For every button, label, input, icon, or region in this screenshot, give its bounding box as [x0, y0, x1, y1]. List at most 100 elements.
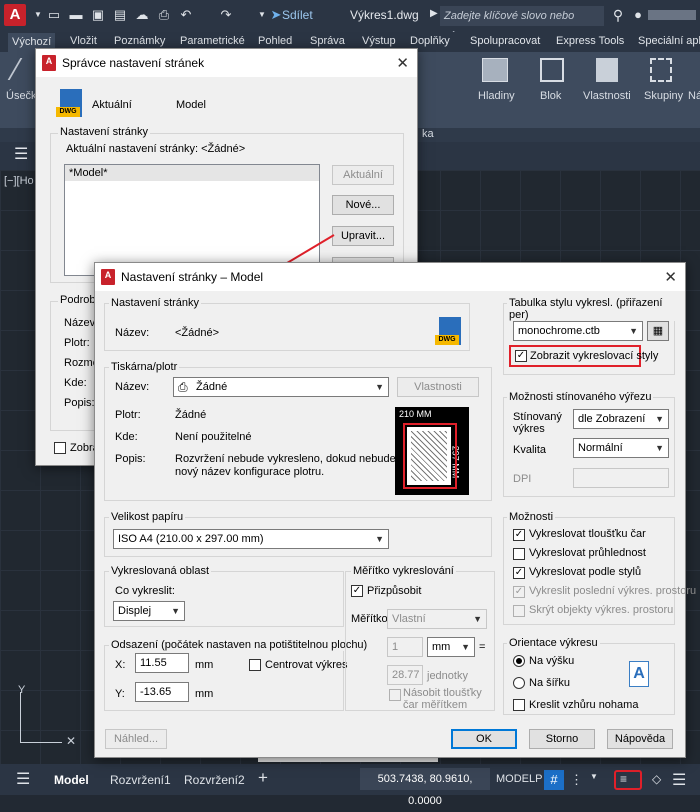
- customize-menu-icon[interactable]: ☰: [672, 770, 686, 790]
- tab-collaborate[interactable]: Spolupracovat: [470, 35, 540, 47]
- block-button[interactable]: Blok: [540, 90, 561, 102]
- dpi-input[interactable]: [573, 468, 669, 488]
- snap-icon[interactable]: ⋮: [570, 772, 583, 788]
- shade-plot-value: dle Zobrazení: [578, 413, 646, 425]
- y-offset-input[interactable]: -13.65: [135, 682, 189, 702]
- plot-transparency-checkbox[interactable]: [513, 548, 525, 560]
- dropdown-arrow-icon[interactable]: ▼: [590, 772, 598, 781]
- cancel-button[interactable]: Storno: [529, 729, 595, 749]
- current-setup-label: Aktuální nastavení stránky: <Žádné>: [66, 143, 246, 155]
- save-as-icon[interactable]: ▤: [112, 8, 128, 22]
- user-icon[interactable]: ●: [630, 8, 646, 22]
- tab-view[interactable]: Pohled: [258, 35, 292, 47]
- viewport-controls[interactable]: [−][Ho: [4, 175, 34, 187]
- description-line-2: nový název konfigurace plotru.: [175, 466, 325, 478]
- tab-manage[interactable]: Správa: [310, 35, 345, 47]
- menu-icon[interactable]: ☰: [16, 769, 30, 789]
- modelp-toggle[interactable]: MODELP: [496, 773, 542, 785]
- show-on-new-layout-checkbox[interactable]: [54, 442, 66, 454]
- tab-insert[interactable]: Vložit: [70, 35, 97, 47]
- x-offset-input[interactable]: 11.55: [135, 653, 189, 673]
- tab-express-tools[interactable]: Express Tools: [556, 35, 624, 47]
- lineweight-icon[interactable]: ≡: [620, 772, 627, 786]
- share-button[interactable]: Sdílet: [282, 8, 313, 22]
- name-value: <Žádné>: [175, 327, 220, 339]
- preview-button[interactable]: Náhled...: [105, 729, 167, 749]
- what-to-plot-select[interactable]: Displej ▼: [113, 601, 185, 621]
- new-button[interactable]: Nové...: [332, 195, 394, 215]
- center-plot-checkbox[interactable]: [249, 659, 261, 671]
- what-to-plot-value: Displej: [118, 605, 152, 617]
- set-current-button[interactable]: Aktuální: [332, 165, 394, 185]
- groups-button[interactable]: Skupiny: [644, 90, 683, 102]
- tab-layout1[interactable]: Rozvržení1: [110, 773, 171, 787]
- scale-lineweights-checkbox[interactable]: [389, 689, 401, 701]
- undo-icon[interactable]: ↶: [178, 8, 194, 22]
- add-layout-icon[interactable]: +: [258, 768, 268, 788]
- shade-plot-select[interactable]: dle Zobrazení ▼: [573, 409, 669, 429]
- scale-label: Měřítko:: [351, 613, 391, 625]
- open-folder-icon[interactable]: ▬: [68, 8, 84, 22]
- new-file-icon[interactable]: ▭: [46, 8, 62, 22]
- menu-icon[interactable]: ☰: [14, 147, 28, 163]
- manager-title-bar: A Správce nastavení stránek ✕: [36, 49, 417, 77]
- plot-options-group-label: Možnosti: [507, 511, 556, 523]
- scale-select[interactable]: Vlastní ▼: [387, 609, 487, 629]
- ok-button[interactable]: OK: [451, 729, 517, 749]
- app-menu-button[interactable]: A: [4, 4, 26, 26]
- search-input[interactable]: Zadejte klíčové slovo nebo výraz.: [440, 6, 604, 42]
- display-plot-styles-checkbox[interactable]: ✓: [515, 350, 527, 362]
- scale-lineweights-label-1: Násobit tloušťky: [403, 687, 482, 699]
- plot-paperspace-last-checkbox[interactable]: ✓: [513, 586, 525, 598]
- close-icon[interactable]: ✕: [664, 268, 677, 286]
- chevron-down-icon: ▼: [655, 443, 664, 453]
- chevron-down-icon: ▼: [375, 382, 384, 392]
- user-name[interactable]: [648, 10, 696, 20]
- properties-button[interactable]: Vlastnosti: [583, 90, 631, 102]
- y-offset-label: Y:: [115, 688, 125, 700]
- list-item[interactable]: *Model*: [65, 165, 319, 181]
- save-icon[interactable]: ▣: [90, 8, 106, 22]
- current-layout-value: Model: [176, 99, 206, 111]
- grid-icon[interactable]: #: [544, 770, 564, 790]
- tab-parametric[interactable]: Parametrické: [180, 35, 245, 47]
- layers-button[interactable]: Hladiny: [478, 90, 515, 102]
- paper-size-select[interactable]: ISO A4 (210.00 x 297.00 mm) ▼: [113, 529, 389, 549]
- tab-layout2[interactable]: Rozvržení2: [184, 773, 245, 787]
- dropdown-arrow-icon[interactable]: ▼: [30, 8, 46, 22]
- portrait-radio[interactable]: [513, 655, 525, 667]
- modify-button[interactable]: Upravit...: [332, 226, 394, 246]
- hide-paperspace-objects-checkbox[interactable]: [513, 605, 525, 617]
- help-button[interactable]: Nápověda: [607, 729, 673, 749]
- tab-model[interactable]: Model: [54, 773, 89, 787]
- utilities-button[interactable]: Ná: [688, 90, 700, 102]
- tab-output[interactable]: Výstup: [362, 35, 396, 47]
- scale-denominator-input[interactable]: 28.77: [387, 665, 423, 685]
- landscape-radio[interactable]: [513, 677, 525, 689]
- page-setups-group-label: Nastavení stránky: [58, 126, 151, 138]
- close-icon[interactable]: ✕: [396, 54, 409, 72]
- search-icon[interactable]: ⚲: [610, 8, 626, 22]
- printer-properties-button[interactable]: Vlastnosti: [397, 377, 479, 397]
- plot-with-styles-checkbox[interactable]: ✓: [513, 567, 525, 579]
- print-icon[interactable]: ⎙: [156, 8, 172, 22]
- plot-lineweights-checkbox[interactable]: ✓: [513, 529, 525, 541]
- tab-special-apps[interactable]: Speciální apl: [638, 35, 700, 47]
- y-unit-label: mm: [195, 688, 214, 700]
- printer-name-label: Název:: [115, 381, 150, 393]
- plot-style-select[interactable]: monochrome.ctb ▼: [513, 321, 643, 341]
- edit-plot-style-icon[interactable]: ▦: [647, 321, 669, 341]
- cloud-save-icon[interactable]: ☁: [134, 8, 150, 22]
- upside-down-checkbox[interactable]: [513, 699, 525, 711]
- scale-unit-select[interactable]: mm ▼: [427, 637, 475, 657]
- tab-addons[interactable]: Doplňky: [410, 35, 450, 47]
- printer-select[interactable]: ⎙ Žádné ▼: [173, 377, 389, 397]
- quality-select[interactable]: Normální ▼: [573, 438, 669, 458]
- tab-annotate[interactable]: Poznámky: [114, 35, 165, 47]
- scale-numerator-input[interactable]: 1: [387, 637, 423, 657]
- fit-to-paper-checkbox[interactable]: ✓: [351, 585, 363, 597]
- redo-icon[interactable]: ↷: [218, 8, 234, 22]
- annotation-panel-title[interactable]: ka: [422, 128, 434, 140]
- isometric-icon[interactable]: ◇: [652, 772, 661, 786]
- line-tool-label[interactable]: Úsečk: [6, 90, 37, 102]
